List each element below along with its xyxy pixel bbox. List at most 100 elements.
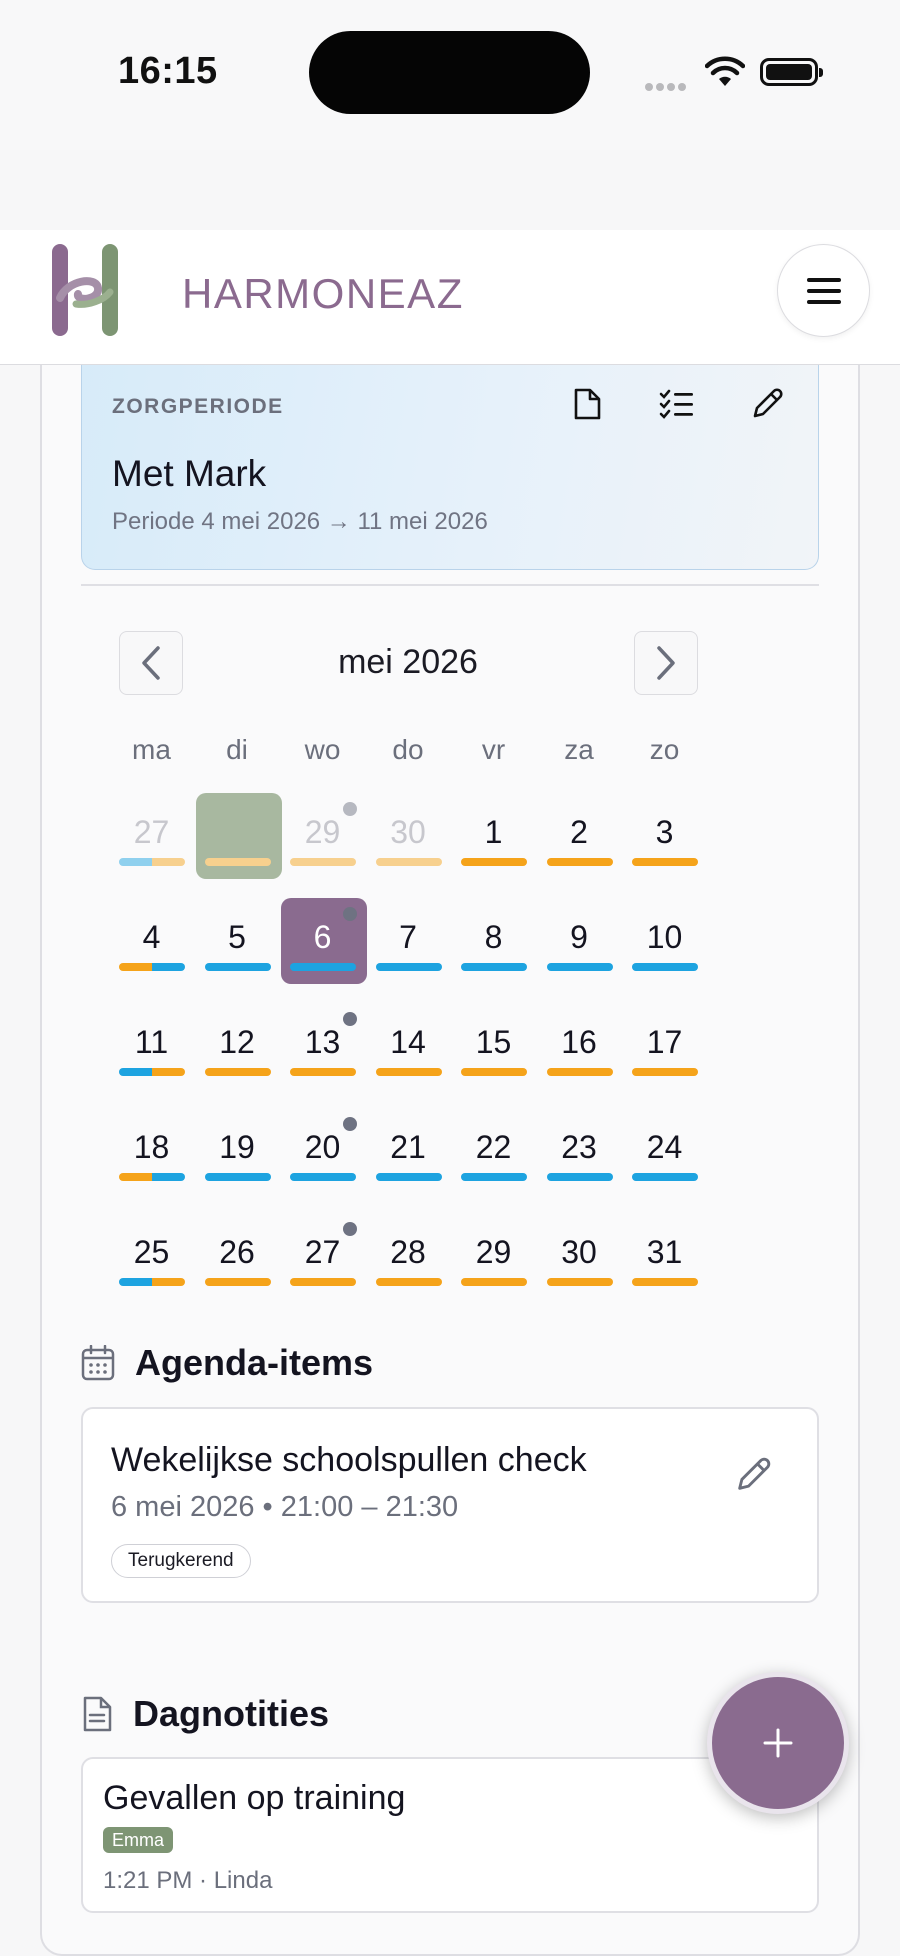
- event-dot: [343, 1117, 357, 1131]
- custody-segment: [290, 1173, 356, 1181]
- day-number: 18: [133, 1129, 170, 1165]
- calendar-day[interactable]: 3: [622, 790, 707, 878]
- pencil-icon[interactable]: [746, 383, 788, 425]
- custody-segment: [152, 1068, 185, 1076]
- calendar-day[interactable]: 8: [451, 895, 536, 983]
- day-number: 28: [390, 1234, 426, 1270]
- custody-bar: [546, 1068, 613, 1076]
- day-number: 22: [475, 1129, 512, 1165]
- day-number: 8: [484, 919, 503, 955]
- custody-bar: [461, 1173, 527, 1181]
- calendar-day[interactable]: 21: [366, 1105, 451, 1193]
- custody-segment: [546, 1278, 613, 1286]
- calendar-day[interactable]: 28: [366, 1210, 451, 1298]
- prev-month-button[interactable]: [119, 631, 183, 695]
- calendar-day[interactable]: 18: [109, 1105, 194, 1193]
- custody-segment: [204, 963, 271, 971]
- custody-segment: [152, 1278, 185, 1286]
- calendar-day[interactable]: 27: [280, 1210, 365, 1298]
- chevron-right-icon: [657, 646, 675, 680]
- custody-segment: [119, 1278, 152, 1286]
- calendar-day[interactable]: 13: [280, 1000, 365, 1088]
- calendar-day[interactable]: 16: [537, 1000, 622, 1088]
- calendar-day[interactable]: 12: [195, 1000, 280, 1088]
- calendar-day[interactable]: 24: [622, 1105, 707, 1193]
- calendar-day[interactable]: 9: [537, 895, 622, 983]
- calendar-day[interactable]: 30: [366, 790, 451, 878]
- calendar-day[interactable]: 14: [366, 1000, 451, 1088]
- agenda-item[interactable]: Wekelijkse schoolspullen check 6 mei 202…: [81, 1407, 819, 1603]
- event-dot: [343, 907, 357, 921]
- day-number: 27: [133, 814, 170, 850]
- calendar-day[interactable]: 20: [280, 1105, 365, 1193]
- calendar-day[interactable]: 2: [537, 790, 622, 878]
- custody-bar: [546, 1173, 613, 1181]
- custody-bar: [632, 1068, 698, 1076]
- note-item[interactable]: Gevallen op training Emma 1:21 PM · Lind…: [81, 1757, 819, 1913]
- custody-bar: [375, 1068, 442, 1076]
- calendar-day[interactable]: 29: [280, 790, 365, 878]
- calendar-day[interactable]: 5: [195, 895, 280, 983]
- next-month-button[interactable]: [634, 631, 698, 695]
- day-number: 12: [219, 1024, 255, 1060]
- battery-icon: [760, 58, 823, 86]
- cellular-signal-icon: [645, 78, 689, 96]
- custody-segment: [546, 1173, 613, 1181]
- custody-segment: [375, 1173, 442, 1181]
- day-number: 19: [219, 1129, 255, 1165]
- custody-segment: [119, 858, 152, 866]
- period-label: ZORGPERIODE: [112, 395, 284, 418]
- calendar-day[interactable]: 4: [109, 895, 194, 983]
- custody-segment: [546, 1068, 613, 1076]
- calendar-day[interactable]: 27: [109, 790, 194, 878]
- custody-segment: [375, 963, 442, 971]
- custody-bar: [119, 1278, 185, 1286]
- day-number: 5: [228, 919, 246, 955]
- day-number: 20: [304, 1129, 341, 1165]
- calendar-day[interactable]: 29: [451, 1210, 536, 1298]
- calendar-day[interactable]: 31: [622, 1210, 707, 1298]
- calendar-day[interactable]: 7: [366, 895, 451, 983]
- calendar-day[interactable]: 22: [451, 1105, 536, 1193]
- custody-bar: [119, 963, 185, 971]
- custody-segment: [204, 858, 271, 866]
- custody-bar: [204, 858, 271, 866]
- custody-segment: [290, 1278, 356, 1286]
- menu-button[interactable]: [777, 244, 870, 337]
- calendar-day[interactable]: 10: [622, 895, 707, 983]
- calendar-day[interactable]: 6: [280, 895, 367, 984]
- calendar-day[interactable]: 25: [109, 1210, 194, 1298]
- calendar-day[interactable]: 15: [451, 1000, 536, 1088]
- event-dot: [343, 802, 357, 816]
- calendar-day[interactable]: 19: [195, 1105, 280, 1193]
- custody-bar: [546, 858, 613, 866]
- event-dot: [343, 1222, 357, 1236]
- day-number: 26: [219, 1234, 255, 1270]
- custody-segment: [204, 1173, 271, 1181]
- note-meta: 1:21 PM · Linda: [103, 1867, 273, 1894]
- custody-bar: [290, 963, 356, 971]
- day-number: 24: [646, 1129, 683, 1165]
- custody-segment: [461, 1173, 527, 1181]
- checklist-icon[interactable]: [656, 383, 698, 425]
- calendar-day[interactable]: 26: [195, 1210, 280, 1298]
- custody-bar: [375, 1278, 442, 1286]
- add-button[interactable]: [707, 1672, 849, 1814]
- edit-agenda-button[interactable]: [733, 1455, 773, 1500]
- day-number: 9: [570, 919, 588, 955]
- day-number: 7: [399, 919, 417, 955]
- calendar-day[interactable]: 11: [109, 1000, 194, 1088]
- day-number: 11: [134, 1024, 169, 1060]
- custody-segment: [632, 1068, 698, 1076]
- custody-segment: [632, 1278, 698, 1286]
- calendar-day[interactable]: [195, 790, 282, 879]
- custody-segment: [375, 858, 442, 866]
- custody-bar: [119, 1068, 185, 1076]
- weekday-label: di: [226, 734, 248, 765]
- calendar-day[interactable]: 1: [451, 790, 536, 878]
- calendar-day[interactable]: 17: [622, 1000, 707, 1088]
- calendar-day[interactable]: 23: [537, 1105, 622, 1193]
- document-icon[interactable]: [566, 383, 608, 425]
- calendar-day[interactable]: 30: [537, 1210, 622, 1298]
- recurring-badge: Terugkerend: [111, 1544, 251, 1578]
